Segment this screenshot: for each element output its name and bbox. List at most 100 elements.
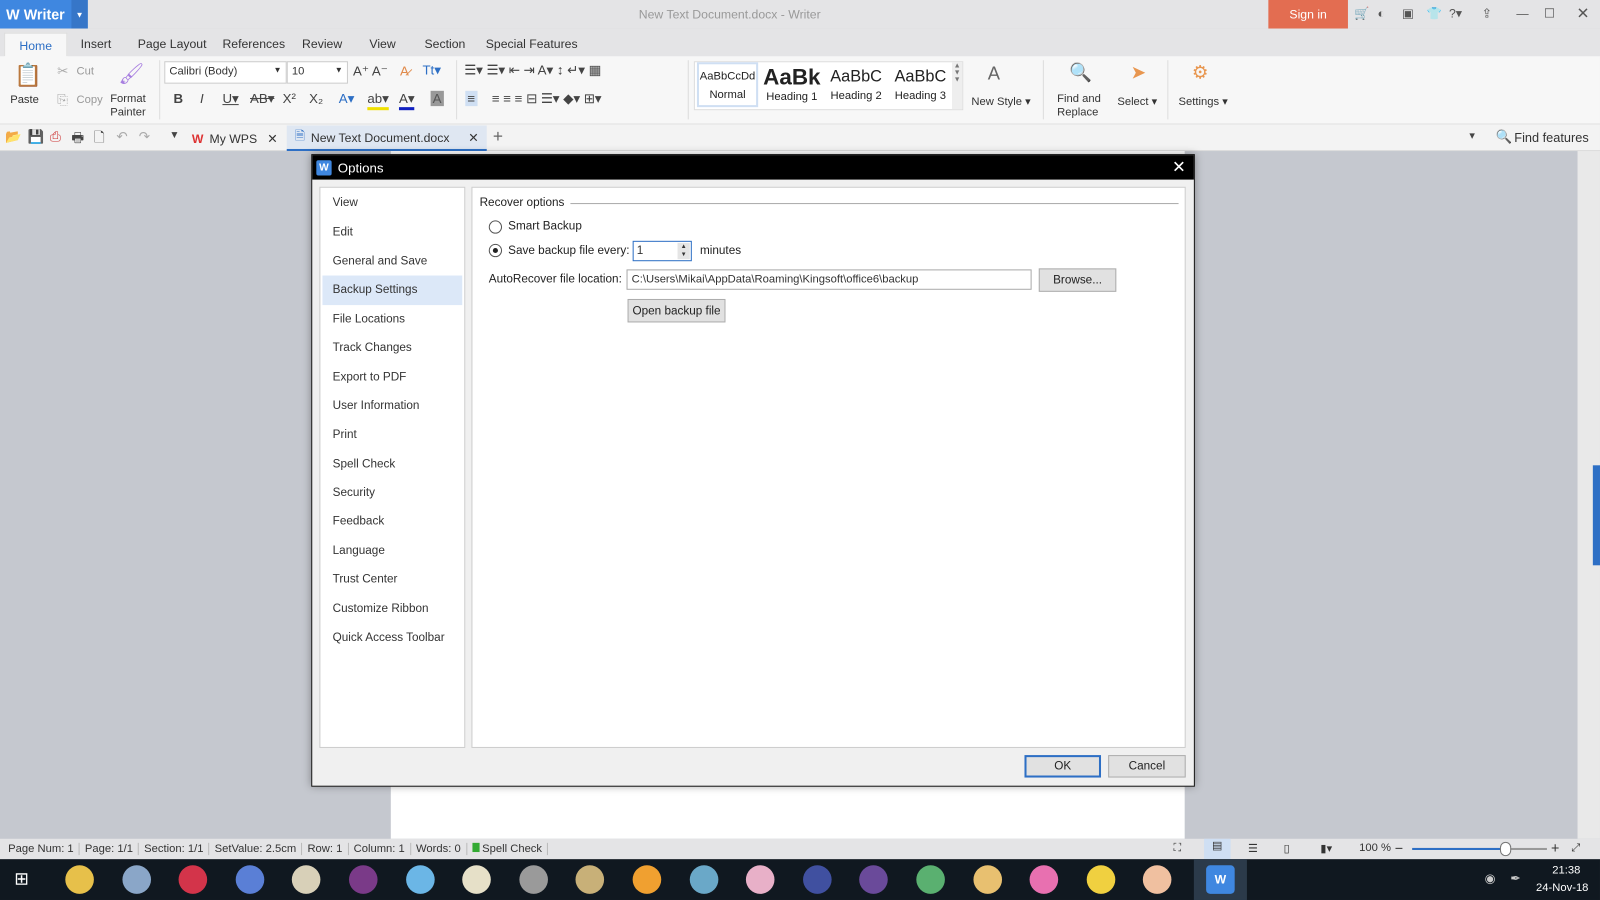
taskbar-app-icon[interactable] — [1143, 865, 1172, 894]
tab-page-layout[interactable]: Page Layout — [138, 37, 207, 51]
doc-tab-new-text-document[interactable]: 🗎 New Text Document.docx ✕ — [286, 125, 487, 152]
style-normal[interactable]: AaBbCcDd Normal — [696, 62, 759, 108]
cancel-button[interactable]: Cancel — [1108, 755, 1186, 778]
taskbar-app-icon[interactable] — [632, 865, 662, 894]
windows-start-icon[interactable]: ⊞ — [14, 869, 29, 889]
select-button[interactable]: Select ▾ — [1117, 95, 1157, 108]
nav-item-backup-settings[interactable]: Backup Settings — [322, 275, 463, 305]
eye-protection-icon[interactable]: ▮▾ — [1320, 842, 1332, 855]
new-tab-icon[interactable]: + — [493, 127, 503, 147]
skin-icon[interactable]: ◐ — [1378, 6, 1385, 20]
open-icon[interactable]: 📂 — [5, 129, 22, 145]
smart-backup-label[interactable]: Smart Backup — [508, 220, 582, 232]
zoom-in-icon[interactable]: + — [1551, 840, 1559, 856]
ok-button[interactable]: OK — [1024, 755, 1102, 778]
clear-format-icon[interactable]: A̷ — [400, 63, 409, 78]
new-style-icon[interactable]: A — [988, 63, 1000, 84]
nav-item-export-to-pdf[interactable]: Export to PDF — [320, 363, 464, 392]
save-icon[interactable]: 💾 — [28, 129, 45, 145]
sign-in-button[interactable]: Sign in — [1268, 0, 1348, 29]
print-preview-icon[interactable]: 🗋 — [94, 129, 105, 151]
font-size-select[interactable]: 10 ▼ — [286, 61, 348, 84]
nav-item-track-changes[interactable]: Track Changes — [320, 334, 464, 363]
taskbar-app-icon[interactable] — [802, 865, 832, 894]
styles-scroll[interactable]: ▲ ▼ ▼ — [952, 62, 963, 110]
taskbar-app-icon[interactable] — [689, 865, 718, 894]
chevron-down-icon[interactable]: ▼ — [71, 0, 88, 29]
nav-item-language[interactable]: Language — [320, 536, 464, 565]
doc-icon[interactable]: ▣ — [1402, 6, 1414, 20]
web-view-icon[interactable]: ▯ — [1284, 842, 1290, 855]
tab-review[interactable]: Review — [302, 37, 342, 51]
upload-icon[interactable]: ⇪ — [1482, 6, 1492, 20]
close-tab-icon[interactable]: ✕ — [267, 131, 277, 145]
tab-insert[interactable]: Insert — [81, 37, 112, 51]
settings-button[interactable]: Settings ▾ — [1179, 95, 1228, 108]
taskbar-app-icon[interactable] — [292, 865, 321, 894]
export-pdf-icon[interactable]: ⎙ — [50, 129, 61, 145]
zoom-slider-thumb[interactable] — [1500, 841, 1512, 857]
nav-item-edit[interactable]: Edit — [320, 218, 464, 247]
taskbar-app-icon[interactable] — [462, 865, 492, 894]
smart-backup-radio[interactable] — [488, 220, 503, 234]
close-tab-icon[interactable]: ✕ — [468, 130, 478, 144]
align-left-icon[interactable]: ≡ — [465, 90, 478, 107]
bold-icon[interactable]: B — [173, 91, 183, 106]
nav-item-security[interactable]: Security — [320, 478, 464, 507]
find-features-input[interactable]: Find features — [1514, 131, 1588, 145]
shirt-icon[interactable]: 👕 — [1427, 6, 1442, 20]
taskbar-app-icon[interactable] — [973, 865, 1002, 894]
nav-item-customize-ribbon[interactable]: Customize Ribbon — [320, 594, 464, 623]
nav-item-quick-access-toolbar[interactable]: Quick Access Toolbar — [320, 623, 464, 652]
italic-icon[interactable]: I — [200, 91, 204, 106]
full-screen-icon[interactable]: ⛶ — [1173, 842, 1181, 855]
paste-icon[interactable]: 📋 — [14, 62, 42, 89]
clock-time[interactable]: 21:38 — [1541, 864, 1592, 876]
taskbar-app-icon[interactable] — [65, 865, 94, 894]
taskbar-app-icon[interactable] — [235, 865, 265, 894]
page-view-icon[interactable]: ▤ — [1204, 838, 1231, 860]
nav-item-file-locations[interactable]: File Locations — [320, 305, 464, 334]
redo-icon[interactable]: ↷ — [139, 129, 150, 145]
minutes-stepper[interactable]: 1 ▲ ▼ — [632, 240, 692, 262]
grow-font-icon[interactable]: A⁺ A⁻ — [353, 63, 388, 79]
taskbar-app-icon[interactable] — [1086, 865, 1116, 894]
vertical-scrollbar[interactable] — [1577, 151, 1600, 839]
font-name-select[interactable]: Calibri (Body) ▼ — [164, 61, 287, 84]
zoom-slider[interactable] — [1412, 841, 1547, 857]
text-tools-icon[interactable]: Tt▾ — [422, 62, 440, 78]
outline-view-icon[interactable]: ☰ — [1248, 842, 1258, 855]
nav-item-general-and-save[interactable]: General and Save — [320, 247, 464, 276]
font-color-icon[interactable]: A▾ — [398, 91, 415, 111]
style-heading-3[interactable]: AaBbC Heading 3 — [889, 62, 952, 102]
bullets-icon[interactable]: ☰▾ ☰▾ ⇤ ⇥ A▾ ↕ ↵▾ ▦ — [464, 62, 601, 78]
help-icon[interactable]: ?▾ — [1449, 6, 1462, 20]
tab-section[interactable]: Section — [424, 37, 465, 51]
scrollbar-thumb[interactable] — [1592, 465, 1600, 566]
maximize-icon[interactable]: ☐ — [1544, 6, 1555, 20]
taskbar-app-icon[interactable] — [1029, 865, 1059, 894]
spell-check-toggle[interactable]: Spell Check — [471, 842, 549, 856]
fit-icon[interactable]: ⤢ — [1571, 842, 1580, 855]
clock-date[interactable]: 24-Nov-18 — [1531, 882, 1594, 894]
format-painter-icon[interactable]: 🖌 — [118, 61, 144, 87]
taskbar-app-icon[interactable] — [575, 865, 605, 894]
save-every-radio[interactable] — [488, 243, 503, 258]
customize-dropdown-icon[interactable]: ▼ — [169, 130, 179, 141]
subscript-icon[interactable]: X₂ — [309, 91, 323, 106]
nav-item-feedback[interactable]: Feedback — [320, 507, 464, 536]
format-painter-label-1[interactable]: Format — [110, 93, 146, 105]
nav-item-trust-center[interactable]: Trust Center — [320, 565, 464, 594]
browse-button[interactable]: Browse... — [1038, 268, 1117, 292]
find-replace-label-2[interactable]: Replace — [1057, 106, 1098, 118]
format-painter-label-2[interactable]: Painter — [110, 106, 146, 118]
zoom-out-icon[interactable]: − — [1395, 840, 1403, 856]
cut-icon[interactable]: ✂ — [57, 63, 68, 79]
app-menu-button[interactable]: W Writer ▼ — [0, 0, 88, 29]
taskbar-app-icon[interactable] — [916, 865, 945, 894]
taskbar-app-icon[interactable] — [746, 865, 775, 894]
text-effect-icon[interactable]: A▾ — [339, 91, 355, 107]
paste-button[interactable]: Paste — [10, 94, 39, 106]
nav-item-user-information[interactable]: User Information — [320, 392, 464, 421]
open-backup-file-button[interactable]: Open backup file — [627, 298, 726, 323]
